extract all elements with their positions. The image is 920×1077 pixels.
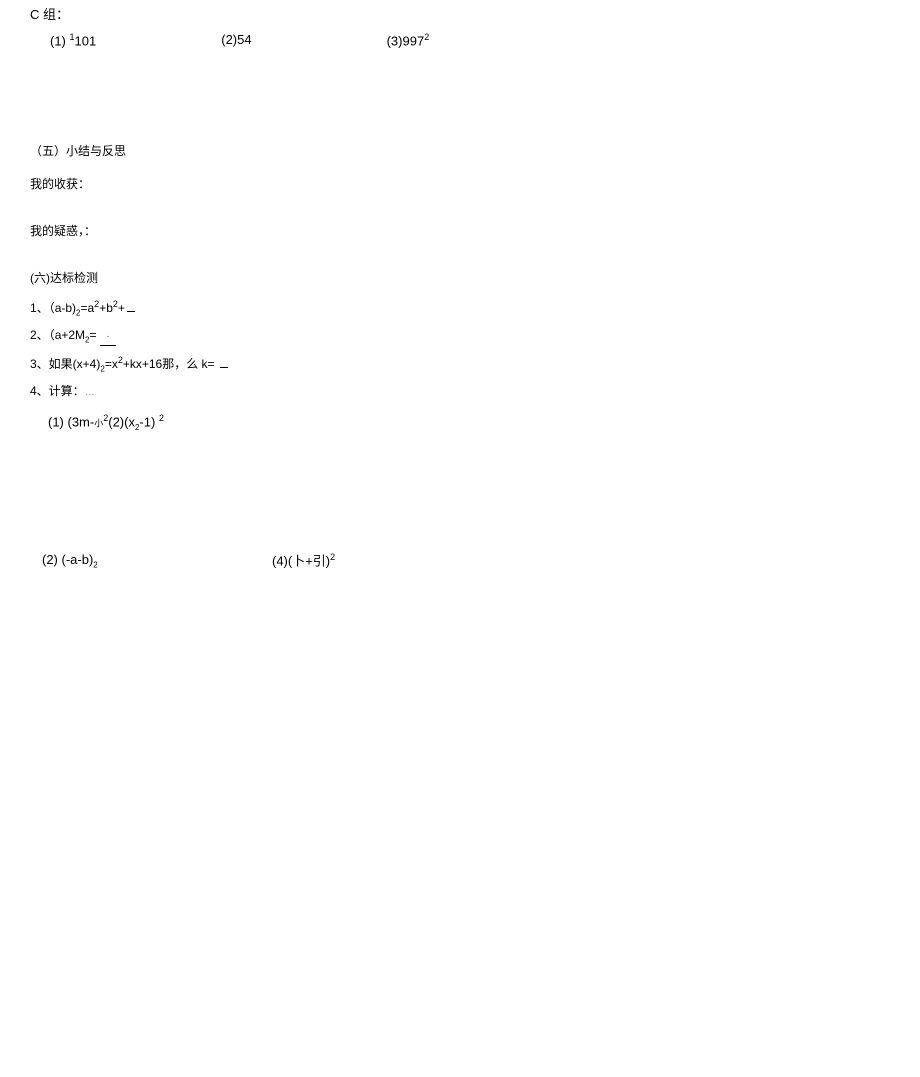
q2-blank: · xyxy=(100,329,116,346)
e1-mid: (2)(x xyxy=(108,415,135,430)
q1-prefix: 1、 xyxy=(30,301,49,315)
problem-body: 997 xyxy=(402,33,424,48)
q1-c: +b xyxy=(99,301,113,315)
problem-presup: 1 xyxy=(70,32,75,42)
group-c-header: C 组： xyxy=(30,5,890,26)
question-3: 3、如果(x+4)2=x2+kx+16那，么 k= xyxy=(30,353,890,376)
problem-3: (3)9972 xyxy=(387,30,430,52)
expr-2: (2) (-a-b)2 xyxy=(42,550,272,572)
e1-tail: -1) xyxy=(139,415,155,430)
q3-tail: 那，么 k= xyxy=(162,357,214,371)
q1-b: =a xyxy=(80,301,94,315)
q3-mid: =x xyxy=(105,357,118,371)
problem-body: 101 xyxy=(75,33,97,48)
q2-expr: （a+2M xyxy=(49,328,85,342)
question-4: 4、计算：… xyxy=(30,382,890,401)
problem-prefix: (3) xyxy=(387,33,403,48)
group-c-problems: (1) 1101 (2)54 (3)9972 xyxy=(30,30,890,52)
blank xyxy=(127,311,135,312)
problem-sup: 2 xyxy=(424,32,429,42)
e1-prefix: (1) (3m- xyxy=(48,415,94,430)
expr-4: (4)(卜+引)2 xyxy=(272,550,335,572)
question-1: 1、（a-b)2=a2+b2+ xyxy=(30,297,890,320)
e2-sub: 2 xyxy=(93,561,97,570)
problem-prefix: (1) xyxy=(50,33,66,48)
problem-body: 54 xyxy=(237,32,251,47)
problem-prefix: (2) xyxy=(221,32,237,47)
problem-2: (2)54 xyxy=(221,30,251,52)
e4-sup: 2 xyxy=(330,552,335,562)
expr-row-1: (1) (3m-小2(2)(x2-1) 2 xyxy=(30,411,890,435)
blank xyxy=(220,367,228,368)
q4-prefix: 4、计算： xyxy=(30,384,85,398)
e2-prefix: (2) (-a-b) xyxy=(42,552,93,567)
harvest-line: 我的收获： xyxy=(30,175,890,194)
e4-prefix: (4)(卜+引) xyxy=(272,553,330,568)
q3-mid2: +kx+16 xyxy=(123,357,162,371)
q2-prefix: 2、 xyxy=(30,328,49,342)
q3-prefix: 3、如果(x+4) xyxy=(30,357,100,371)
question-2: 2、（a+2M2= · xyxy=(30,326,890,347)
q4-gray: … xyxy=(85,387,95,398)
problem-1: (1) 1101 xyxy=(50,30,96,52)
section-5-heading: （五）小结与反思 xyxy=(30,142,890,161)
q1-d: + xyxy=(118,301,125,315)
q1-a: （a-b) xyxy=(49,301,76,315)
e1-sup2: 2 xyxy=(159,413,164,423)
e1-small: 小 xyxy=(94,419,103,429)
doubt-line: 我的疑惑，： xyxy=(30,222,890,241)
expr-row-2: (2) (-a-b)2 (4)(卜+引)2 xyxy=(30,550,890,572)
section-6-heading: (六)达标检测 xyxy=(30,269,890,288)
q2-eq: = xyxy=(90,328,97,342)
